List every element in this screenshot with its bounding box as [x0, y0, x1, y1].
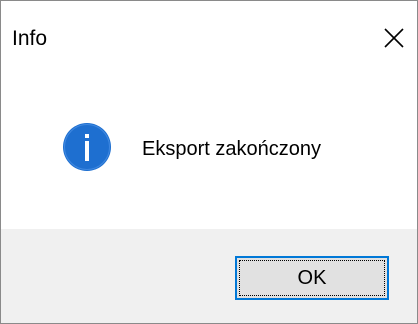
message-text: Eksport zakończony — [142, 138, 321, 160]
info-icon — [63, 123, 111, 171]
title-bar[interactable]: Info — [1, 1, 417, 79]
dialog-content: Eksport zakończony — [1, 79, 417, 229]
ok-button[interactable]: OK — [235, 256, 389, 300]
button-area: OK — [1, 229, 417, 323]
info-dialog: Info Eksport zakończony OK — [0, 0, 418, 324]
window-title: Info — [12, 27, 48, 50]
close-button[interactable] — [371, 15, 417, 61]
ok-button-label: OK — [297, 267, 327, 289]
close-icon — [384, 28, 404, 48]
